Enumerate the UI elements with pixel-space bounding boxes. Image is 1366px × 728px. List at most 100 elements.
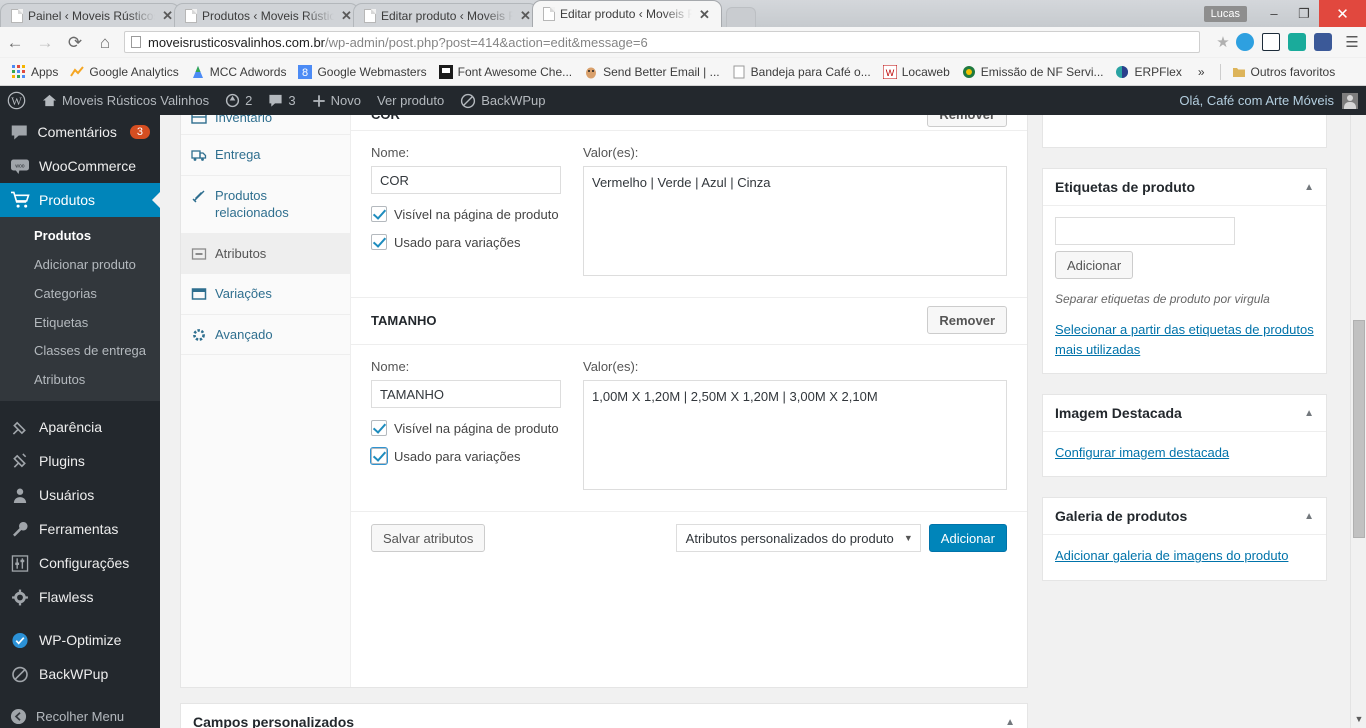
page-info-icon[interactable]: [131, 36, 141, 48]
submenu-item-produtos[interactable]: Produtos: [0, 222, 160, 251]
new-content-menu[interactable]: Novo: [304, 86, 369, 115]
attribute-name-input[interactable]: [371, 166, 561, 194]
collapse-menu-button[interactable]: Recolher Menu: [0, 700, 160, 728]
tab-close-icon[interactable]: ✕: [520, 9, 531, 22]
visible-checkbox-row[interactable]: Visível na página de produto: [371, 206, 561, 222]
browser-tab-2[interactable]: Produtos ‹ Moveis Rústico ✕: [174, 3, 359, 27]
new-tab-button[interactable]: [726, 7, 756, 27]
chevron-up-icon[interactable]: ▲: [1304, 408, 1314, 419]
scrollbar-thumb[interactable]: [1353, 320, 1365, 538]
custom-fields-header[interactable]: Campos personalizados ▲: [181, 704, 1027, 728]
bookmark-mcc-adwords[interactable]: MCC Adwords: [185, 63, 293, 81]
skitch-extension-icon[interactable]: [1288, 33, 1306, 51]
bookmark-google-webmasters[interactable]: 8 Google Webmasters: [292, 63, 432, 81]
updates-indicator[interactable]: 2: [217, 86, 260, 115]
add-attribute-button[interactable]: Adicionar: [928, 524, 1007, 552]
browser-profile-chip[interactable]: Lucas: [1203, 5, 1247, 22]
chevron-up-icon[interactable]: ▲: [1005, 717, 1015, 728]
visible-checkbox-row[interactable]: Visível na página de produto: [371, 420, 561, 436]
cloud-extension-icon[interactable]: [1236, 33, 1254, 51]
browser-menu-icon[interactable]: ☰: [1338, 33, 1366, 51]
remove-attribute-button[interactable]: Remover: [927, 115, 1007, 127]
sidebar-item-aparencia[interactable]: Aparência: [0, 410, 160, 444]
tab-close-icon[interactable]: ✕: [699, 8, 710, 21]
save-attributes-button[interactable]: Salvar atributos: [371, 524, 486, 552]
add-tag-button[interactable]: Adicionar: [1055, 251, 1134, 279]
tab-close-icon[interactable]: ✕: [162, 9, 173, 22]
product-tag-input[interactable]: [1055, 217, 1235, 245]
bookmark-send-better-email[interactable]: Send Better Email | ...: [578, 63, 726, 81]
variations-checkbox[interactable]: [371, 234, 387, 250]
variations-checkbox-row[interactable]: Usado para variações: [370, 447, 561, 465]
bookmark-locaweb[interactable]: W Locaweb: [877, 63, 956, 81]
submenu-item-adicionar-produto[interactable]: Adicionar produto: [0, 251, 160, 280]
remove-attribute-button[interactable]: Remover: [927, 306, 1007, 334]
bookmark-overflow-button[interactable]: »: [1188, 63, 1215, 81]
bookmark-google-analytics[interactable]: Google Analytics: [64, 63, 184, 81]
attribute-name-input[interactable]: [371, 380, 561, 408]
tab-avancado[interactable]: Avançado: [181, 315, 350, 356]
choose-from-most-used-tags-link[interactable]: Selecionar a partir das etiquetas de pro…: [1055, 320, 1314, 360]
chevron-up-icon[interactable]: ▲: [1304, 511, 1314, 522]
product-tags-header[interactable]: Etiquetas de produto ▲: [1043, 169, 1326, 206]
tab-variacoes[interactable]: Variações: [181, 274, 350, 315]
visible-checkbox[interactable]: [371, 420, 387, 436]
back-icon[interactable]: ←: [0, 34, 30, 51]
visible-checkbox[interactable]: [371, 206, 387, 222]
submenu-item-etiquetas[interactable]: Etiquetas: [0, 309, 160, 338]
sidebar-item-backwpup[interactable]: BackWPup: [0, 657, 160, 691]
add-product-gallery-images-link[interactable]: Adicionar galeria de imagens do produto: [1055, 546, 1288, 566]
sidebar-item-woocommerce[interactable]: woo WooCommerce: [0, 149, 160, 183]
submenu-item-classes-de-entrega[interactable]: Classes de entrega: [0, 337, 160, 366]
chevron-up-icon[interactable]: ▲: [1304, 182, 1314, 193]
sidebar-item-produtos[interactable]: Produtos: [0, 183, 160, 217]
tab-close-icon[interactable]: ✕: [341, 9, 352, 22]
sidebar-item-usuarios[interactable]: Usuários: [0, 478, 160, 512]
bookmark-emissao-nf[interactable]: Emissão de NF Servi...: [956, 63, 1110, 81]
page-scrollbar[interactable]: ▼: [1350, 115, 1366, 728]
backwpup-menu[interactable]: BackWPup: [452, 86, 553, 115]
s-circle-extension-icon[interactable]: [1262, 33, 1280, 51]
tab-atributos[interactable]: Atributos: [181, 233, 350, 275]
forward-icon[interactable]: →: [30, 34, 60, 51]
site-name-menu[interactable]: Moveis Rústicos Valinhos: [34, 86, 217, 115]
greeting-label[interactable]: Olá, Café com Arte Móveis: [1179, 93, 1334, 108]
address-bar[interactable]: moveisrusticosvalinhos.com.br/wp-admin/p…: [124, 31, 1200, 53]
reload-icon[interactable]: ⟳: [60, 34, 90, 51]
bookmark-font-awesome[interactable]: Font Awesome Che...: [433, 63, 579, 81]
attribute-type-select[interactable]: Atributos personalizados do produto: [675, 524, 921, 552]
submenu-item-atributos[interactable]: Atributos: [0, 366, 160, 395]
browser-tab-4-active[interactable]: Editar produto ‹ Moveis R ✕: [532, 0, 722, 27]
sidebar-item-ferramentas[interactable]: Ferramentas: [0, 512, 160, 546]
window-maximize-button[interactable]: ❐: [1289, 3, 1319, 25]
window-minimize-button[interactable]: –: [1259, 3, 1289, 25]
variations-checkbox-row[interactable]: Usado para variações: [371, 234, 561, 250]
tab-produtos-relacionados[interactable]: Produtos relacionados: [181, 176, 350, 234]
bookmark-star-icon[interactable]: ★: [1210, 33, 1236, 51]
sidebar-item-comentarios[interactable]: Comentários 3: [0, 115, 160, 149]
bookmark-bandeja-cafe[interactable]: Bandeja para Café o...: [726, 63, 877, 81]
sidebar-item-plugins[interactable]: Plugins: [0, 444, 160, 478]
comments-indicator[interactable]: 3: [260, 86, 303, 115]
bookmark-erpflex[interactable]: ERPFlex: [1109, 63, 1187, 81]
sidebar-item-configuracoes[interactable]: Configurações: [0, 546, 160, 580]
scrollbar-down-arrow-icon[interactable]: ▼: [1354, 714, 1364, 724]
set-featured-image-link[interactable]: Configurar imagem destacada: [1055, 443, 1229, 463]
product-gallery-header[interactable]: Galeria de produtos ▲: [1043, 498, 1326, 536]
window-close-button[interactable]: ✕: [1319, 0, 1366, 27]
browser-tab-3[interactable]: Editar produto ‹ Moveis R ✕: [353, 3, 538, 27]
wordpress-logo-icon[interactable]: W: [0, 86, 34, 115]
pw-extension-icon[interactable]: [1314, 33, 1332, 51]
bookmark-outros-favoritos[interactable]: Outros favoritos: [1226, 63, 1342, 81]
featured-image-header[interactable]: Imagem Destacada ▲: [1043, 395, 1326, 433]
bookmark-apps[interactable]: Apps: [6, 63, 64, 81]
browser-tab-1[interactable]: Painel ‹ Moveis Rústicos V ✕: [0, 3, 180, 27]
submenu-item-categorias[interactable]: Categorias: [0, 280, 160, 309]
attribute-values-textarea[interactable]: [583, 166, 1007, 276]
tab-inventario[interactable]: Inventário: [181, 115, 350, 135]
home-icon[interactable]: ⌂: [90, 34, 120, 51]
sidebar-item-wp-optimize[interactable]: WP-Optimize: [0, 623, 160, 657]
tab-entrega[interactable]: Entrega: [181, 135, 350, 176]
attribute-values-textarea[interactable]: [583, 380, 1007, 490]
avatar[interactable]: [1342, 92, 1358, 109]
